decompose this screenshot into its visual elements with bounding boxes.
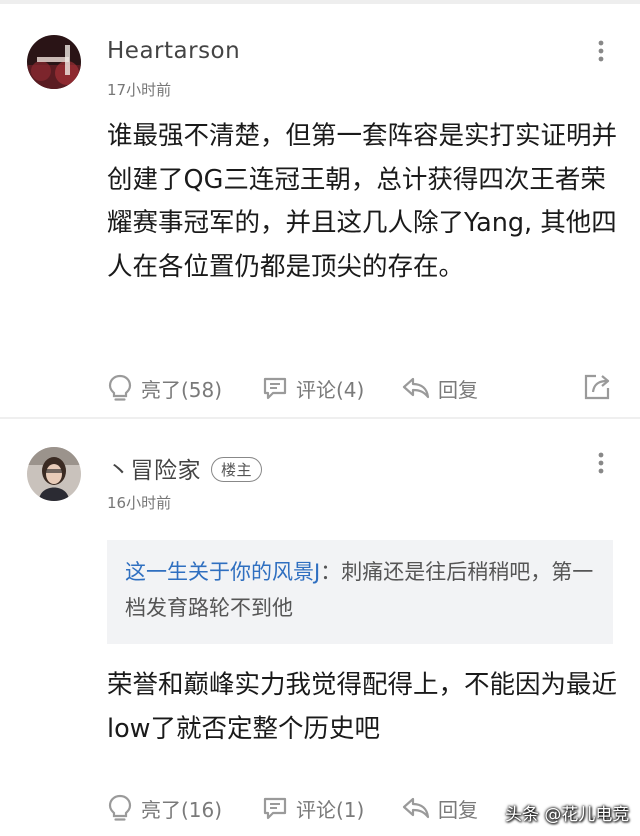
comment-item-2: 丶冒险家 楼主 16小时前 这一生关于你的风景J：刺痛还是往后稍稍吧，第一档发育路… (0, 419, 640, 836)
more-vertical-icon[interactable] (590, 38, 612, 64)
avatar[interactable] (27, 35, 81, 89)
comment-bubble-icon (263, 797, 287, 820)
username[interactable]: 丶冒险家 楼主 (107, 451, 263, 485)
like-button[interactable]: 亮了(16) (107, 788, 222, 828)
comment-text: 谁最强不清楚，但第一套阵容是实打实证明并创建了QG三连冠王朝，总计获得四次王者荣… (107, 121, 618, 282)
reply-label: 回复 (438, 377, 478, 402)
more-vertical-icon[interactable] (590, 450, 612, 476)
like-label: 亮了(16) (141, 797, 223, 822)
lightbulb-icon (108, 374, 132, 401)
quote-author[interactable]: 这一生关于你的风景J (125, 560, 320, 584)
quoted-reply[interactable]: 这一生关于你的风景J：刺痛还是往后稍稍吧，第一档发育路轮不到他 (107, 540, 613, 644)
comment-label: 评论(1) (296, 797, 365, 822)
comment-item-1: Heartarson 17小时前 谁最强不清楚，但第一套阵容是实打实证明并创建了… (0, 0, 640, 418)
reply-arrow-icon (402, 377, 430, 399)
reply-button[interactable]: 回复 (402, 368, 478, 408)
share-icon[interactable] (582, 372, 612, 406)
comment-label: 评论(4) (296, 377, 365, 402)
like-button[interactable]: 亮了(58) (107, 368, 222, 408)
avatar[interactable] (27, 447, 81, 501)
author-badge: 楼主 (211, 457, 263, 482)
timestamp: 16小时前 (107, 494, 172, 512)
username-text: 丶冒险家 (107, 458, 201, 484)
timestamp: 17小时前 (107, 81, 172, 99)
comment-button[interactable]: 评论(1) (262, 788, 364, 828)
comment-text: 荣誉和巅峰实力我觉得配得上，不能因为最近low了就否定整个历史吧 (107, 670, 618, 744)
action-bar: 亮了(58) 评论(4) 回复 (0, 368, 640, 408)
reply-button[interactable]: 回复 (402, 788, 478, 828)
reply-label: 回复 (438, 797, 478, 822)
reply-arrow-icon (402, 797, 430, 819)
username[interactable]: Heartarson (107, 38, 240, 64)
comment-bubble-icon (263, 377, 287, 400)
username-text: Heartarson (107, 38, 241, 64)
watermark: 头条 @花儿电竞 (505, 805, 630, 825)
lightbulb-icon (108, 794, 132, 821)
like-label: 亮了(58) (141, 377, 223, 402)
comment-button[interactable]: 评论(4) (262, 368, 364, 408)
